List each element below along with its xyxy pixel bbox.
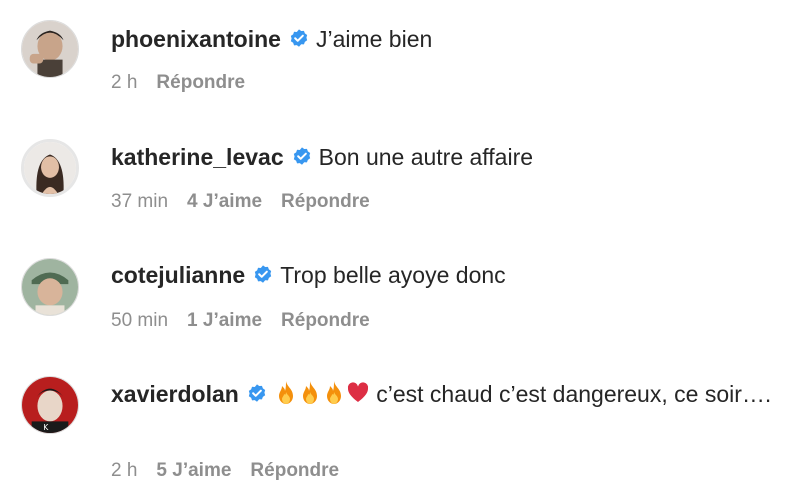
comment-username[interactable]: phoenixantoine: [111, 26, 281, 52]
likes-count-button[interactable]: 1 J’aime: [187, 310, 262, 331]
avatar-photo-icon: [24, 142, 76, 194]
reply-button[interactable]: Répondre: [156, 72, 245, 93]
comment-meta: 2 h Répondre: [111, 72, 264, 94]
likes-count-button[interactable]: 4 J’aime: [187, 191, 262, 212]
comments-list: phoenixantoine J’aime bien 2 h Répondre ka…: [0, 0, 800, 500]
comment-username[interactable]: cotejulianne: [111, 262, 245, 288]
verified-badge-icon: [288, 28, 310, 50]
comment-meta: 2 h 5 J’aime Répondre: [111, 460, 358, 482]
comment-text: Bon une autre affaire: [318, 144, 534, 170]
comment-time: 37 min: [111, 191, 169, 212]
verified-badge-icon: [246, 383, 268, 405]
avatar[interactable]: [21, 258, 79, 316]
comment-username[interactable]: xavierdolan: [111, 381, 239, 407]
comment-content: phoenixantoine J’aime bien: [111, 22, 776, 57]
verified-badge-icon: [252, 264, 274, 286]
verified-badge-icon: [291, 146, 313, 168]
reply-button[interactable]: Répondre: [281, 310, 370, 331]
comment-text: J’aime bien: [315, 26, 433, 52]
avatar[interactable]: [21, 20, 79, 78]
red-heart-emoji-icon: [346, 380, 370, 406]
fire-emoji-icon: [298, 380, 322, 406]
comment-time: 2 h: [111, 72, 138, 93]
reply-button[interactable]: Répondre: [250, 460, 339, 481]
avatar[interactable]: [21, 139, 79, 197]
likes-count-button[interactable]: 5 J’aime: [156, 460, 231, 481]
reply-button[interactable]: Répondre: [281, 191, 370, 212]
comment-username[interactable]: katherine_levac: [111, 144, 284, 170]
avatar-photo-icon: [22, 21, 78, 77]
comment-time: 2 h: [111, 460, 138, 481]
avatar[interactable]: K: [21, 376, 79, 434]
comment-text: Trop belle ayoye donc: [280, 262, 506, 288]
comment-content: cotejulianne Trop belle ayoye donc: [111, 258, 776, 293]
comment-content: katherine_levac Bon une autre affaire: [111, 140, 776, 175]
comment-time: 50 min: [111, 310, 169, 331]
fire-emoji-icon: [322, 380, 346, 406]
comment-text: c’est chaud c’est dangereux, ce soir….: [369, 381, 772, 407]
fire-emoji-icon: [274, 380, 298, 406]
comment-content: xavierdolan c’est chaud c’est dangereux,…: [111, 377, 776, 412]
comment-meta: 50 min 1 J’aime Répondre: [111, 310, 389, 332]
avatar-photo-icon: [22, 259, 78, 315]
avatar-photo-icon: K: [22, 377, 78, 433]
comment-meta: 37 min 4 J’aime Répondre: [111, 191, 389, 213]
